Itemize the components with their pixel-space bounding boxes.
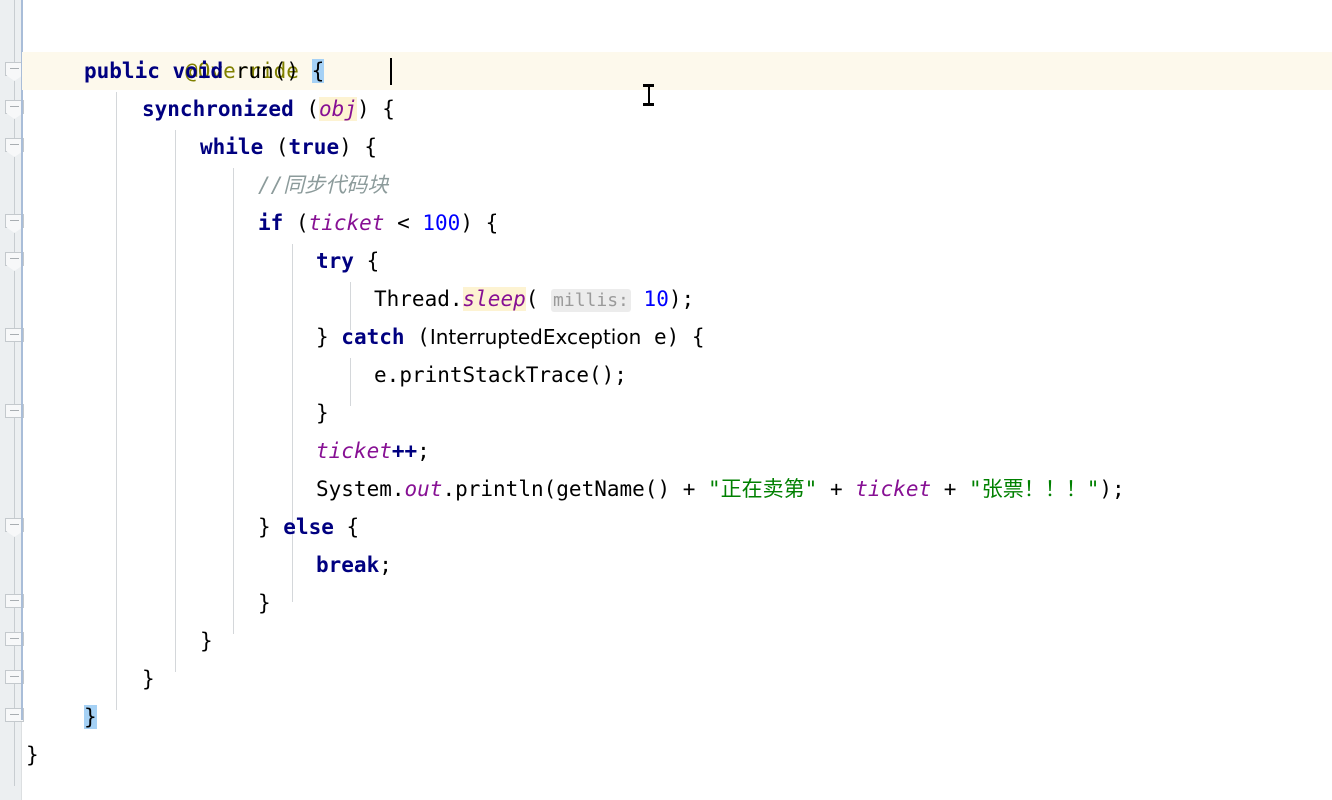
- method-sleep: sleep: [462, 287, 526, 311]
- string-tickets: "张票！！！": [969, 477, 1100, 501]
- editor-gutter[interactable]: [0, 0, 24, 800]
- dot: .: [386, 363, 400, 387]
- keyword-public: public: [84, 59, 160, 83]
- field-ticket: ticket: [308, 211, 385, 235]
- keyword-try: try: [316, 249, 354, 273]
- parens-plus: () +: [644, 477, 709, 501]
- close-paren-brace: ) {: [460, 211, 499, 235]
- code-editor[interactable]: @Override public void run() { synchroniz…: [0, 0, 1332, 800]
- code-line[interactable]: } else {: [22, 508, 1332, 546]
- keyword-while: while: [200, 135, 264, 159]
- code-line[interactable]: }: [22, 736, 1332, 774]
- open-brace: {: [333, 515, 360, 539]
- keyword-if: if: [258, 211, 284, 235]
- code-line[interactable]: e.printStackTrace();: [22, 356, 1332, 394]
- field-ticket: ticket: [316, 439, 392, 463]
- keyword-synchronized: synchronized: [142, 97, 294, 121]
- code-line[interactable]: //同步代码块: [22, 166, 1332, 204]
- parens: (): [273, 59, 312, 83]
- code-line[interactable]: System.out.println(getName() + "正在卖第" + …: [22, 470, 1332, 508]
- field-out: out: [404, 477, 443, 501]
- code-line[interactable]: }: [22, 584, 1332, 622]
- open-paren: (: [543, 477, 557, 501]
- code-line[interactable]: public void run() {: [22, 52, 1332, 90]
- method-print-stack-trace: printStackTrace: [399, 363, 589, 387]
- close-brace: }: [26, 743, 39, 767]
- keyword-else: else: [283, 515, 334, 539]
- close-brace: }: [316, 325, 342, 349]
- open-paren: (: [283, 211, 309, 235]
- increment-operator: ++: [391, 439, 418, 463]
- plus-operator: +: [817, 477, 856, 501]
- close-brace: }: [258, 515, 284, 539]
- number-10: 10: [643, 287, 669, 311]
- code-line[interactable]: }: [22, 622, 1332, 660]
- param-e-usage: e: [374, 363, 387, 387]
- code-line[interactable]: Thread.sleep( millis: 10);: [22, 280, 1332, 318]
- class-thread: Thread: [374, 287, 450, 311]
- method-println: println: [455, 477, 544, 501]
- code-line[interactable]: @Override: [22, 14, 1332, 83]
- semicolon: ;: [379, 553, 392, 577]
- code-line[interactable]: try {: [22, 242, 1332, 280]
- open-paren: (: [263, 135, 289, 159]
- close-brace: }: [316, 401, 329, 425]
- class-interrupted-exception: InterruptedException: [429, 325, 642, 349]
- dot: .: [391, 477, 405, 501]
- keyword-true: true: [288, 135, 340, 159]
- open-brace: {: [353, 249, 380, 273]
- open-paren: (: [293, 97, 320, 121]
- dot: .: [442, 477, 456, 501]
- code-line[interactable]: break;: [22, 546, 1332, 584]
- matched-open-brace: {: [311, 59, 325, 83]
- keyword-void: void: [172, 59, 224, 83]
- code-line[interactable]: }: [22, 698, 1332, 736]
- method-get-name: getName: [556, 477, 645, 501]
- close-brace: }: [200, 629, 213, 653]
- close-paren-semicolon: );: [668, 287, 695, 311]
- code-line[interactable]: synchronized (obj) {: [22, 90, 1332, 128]
- less-than-operator: <: [384, 211, 423, 235]
- param-e: e: [653, 325, 667, 349]
- variable-obj: obj: [319, 97, 357, 121]
- parameter-hint-millis: millis:: [551, 289, 631, 312]
- code-area[interactable]: @Override public void run() { synchroniz…: [22, 0, 1332, 800]
- close-brace: }: [258, 591, 271, 615]
- close-paren-brace: ) {: [666, 325, 705, 349]
- comment-sync-block: //同步代码块: [258, 173, 389, 197]
- open-paren: (: [404, 325, 430, 349]
- parens-semicolon: ();: [588, 363, 627, 387]
- semicolon: ;: [417, 439, 430, 463]
- i-beam-text-cursor-icon: [643, 84, 654, 106]
- plus-operator: +: [931, 477, 970, 501]
- open-paren: (: [525, 287, 552, 311]
- dot: .: [449, 287, 463, 311]
- field-ticket: ticket: [855, 477, 932, 501]
- code-line[interactable]: }: [22, 394, 1332, 432]
- close-paren-brace: ) {: [356, 97, 395, 121]
- matched-close-brace: }: [84, 705, 97, 729]
- keyword-break: break: [316, 553, 380, 577]
- code-line[interactable]: if (ticket < 100) {: [22, 204, 1332, 242]
- text-caret: [390, 58, 392, 85]
- close-brace: }: [142, 667, 155, 691]
- code-line[interactable]: } catch (InterruptedException e) {: [22, 318, 1332, 356]
- code-line[interactable]: ticket++;: [22, 432, 1332, 470]
- method-name-run: run: [235, 59, 274, 83]
- number-100: 100: [422, 211, 461, 235]
- keyword-catch: catch: [341, 325, 405, 349]
- string-selling: "正在卖第": [708, 477, 818, 501]
- code-line[interactable]: }: [22, 660, 1332, 698]
- code-line[interactable]: while (true) {: [22, 128, 1332, 166]
- class-system: System: [316, 477, 392, 501]
- close-paren-brace: ) {: [339, 135, 378, 159]
- close-paren-semicolon: );: [1099, 477, 1125, 501]
